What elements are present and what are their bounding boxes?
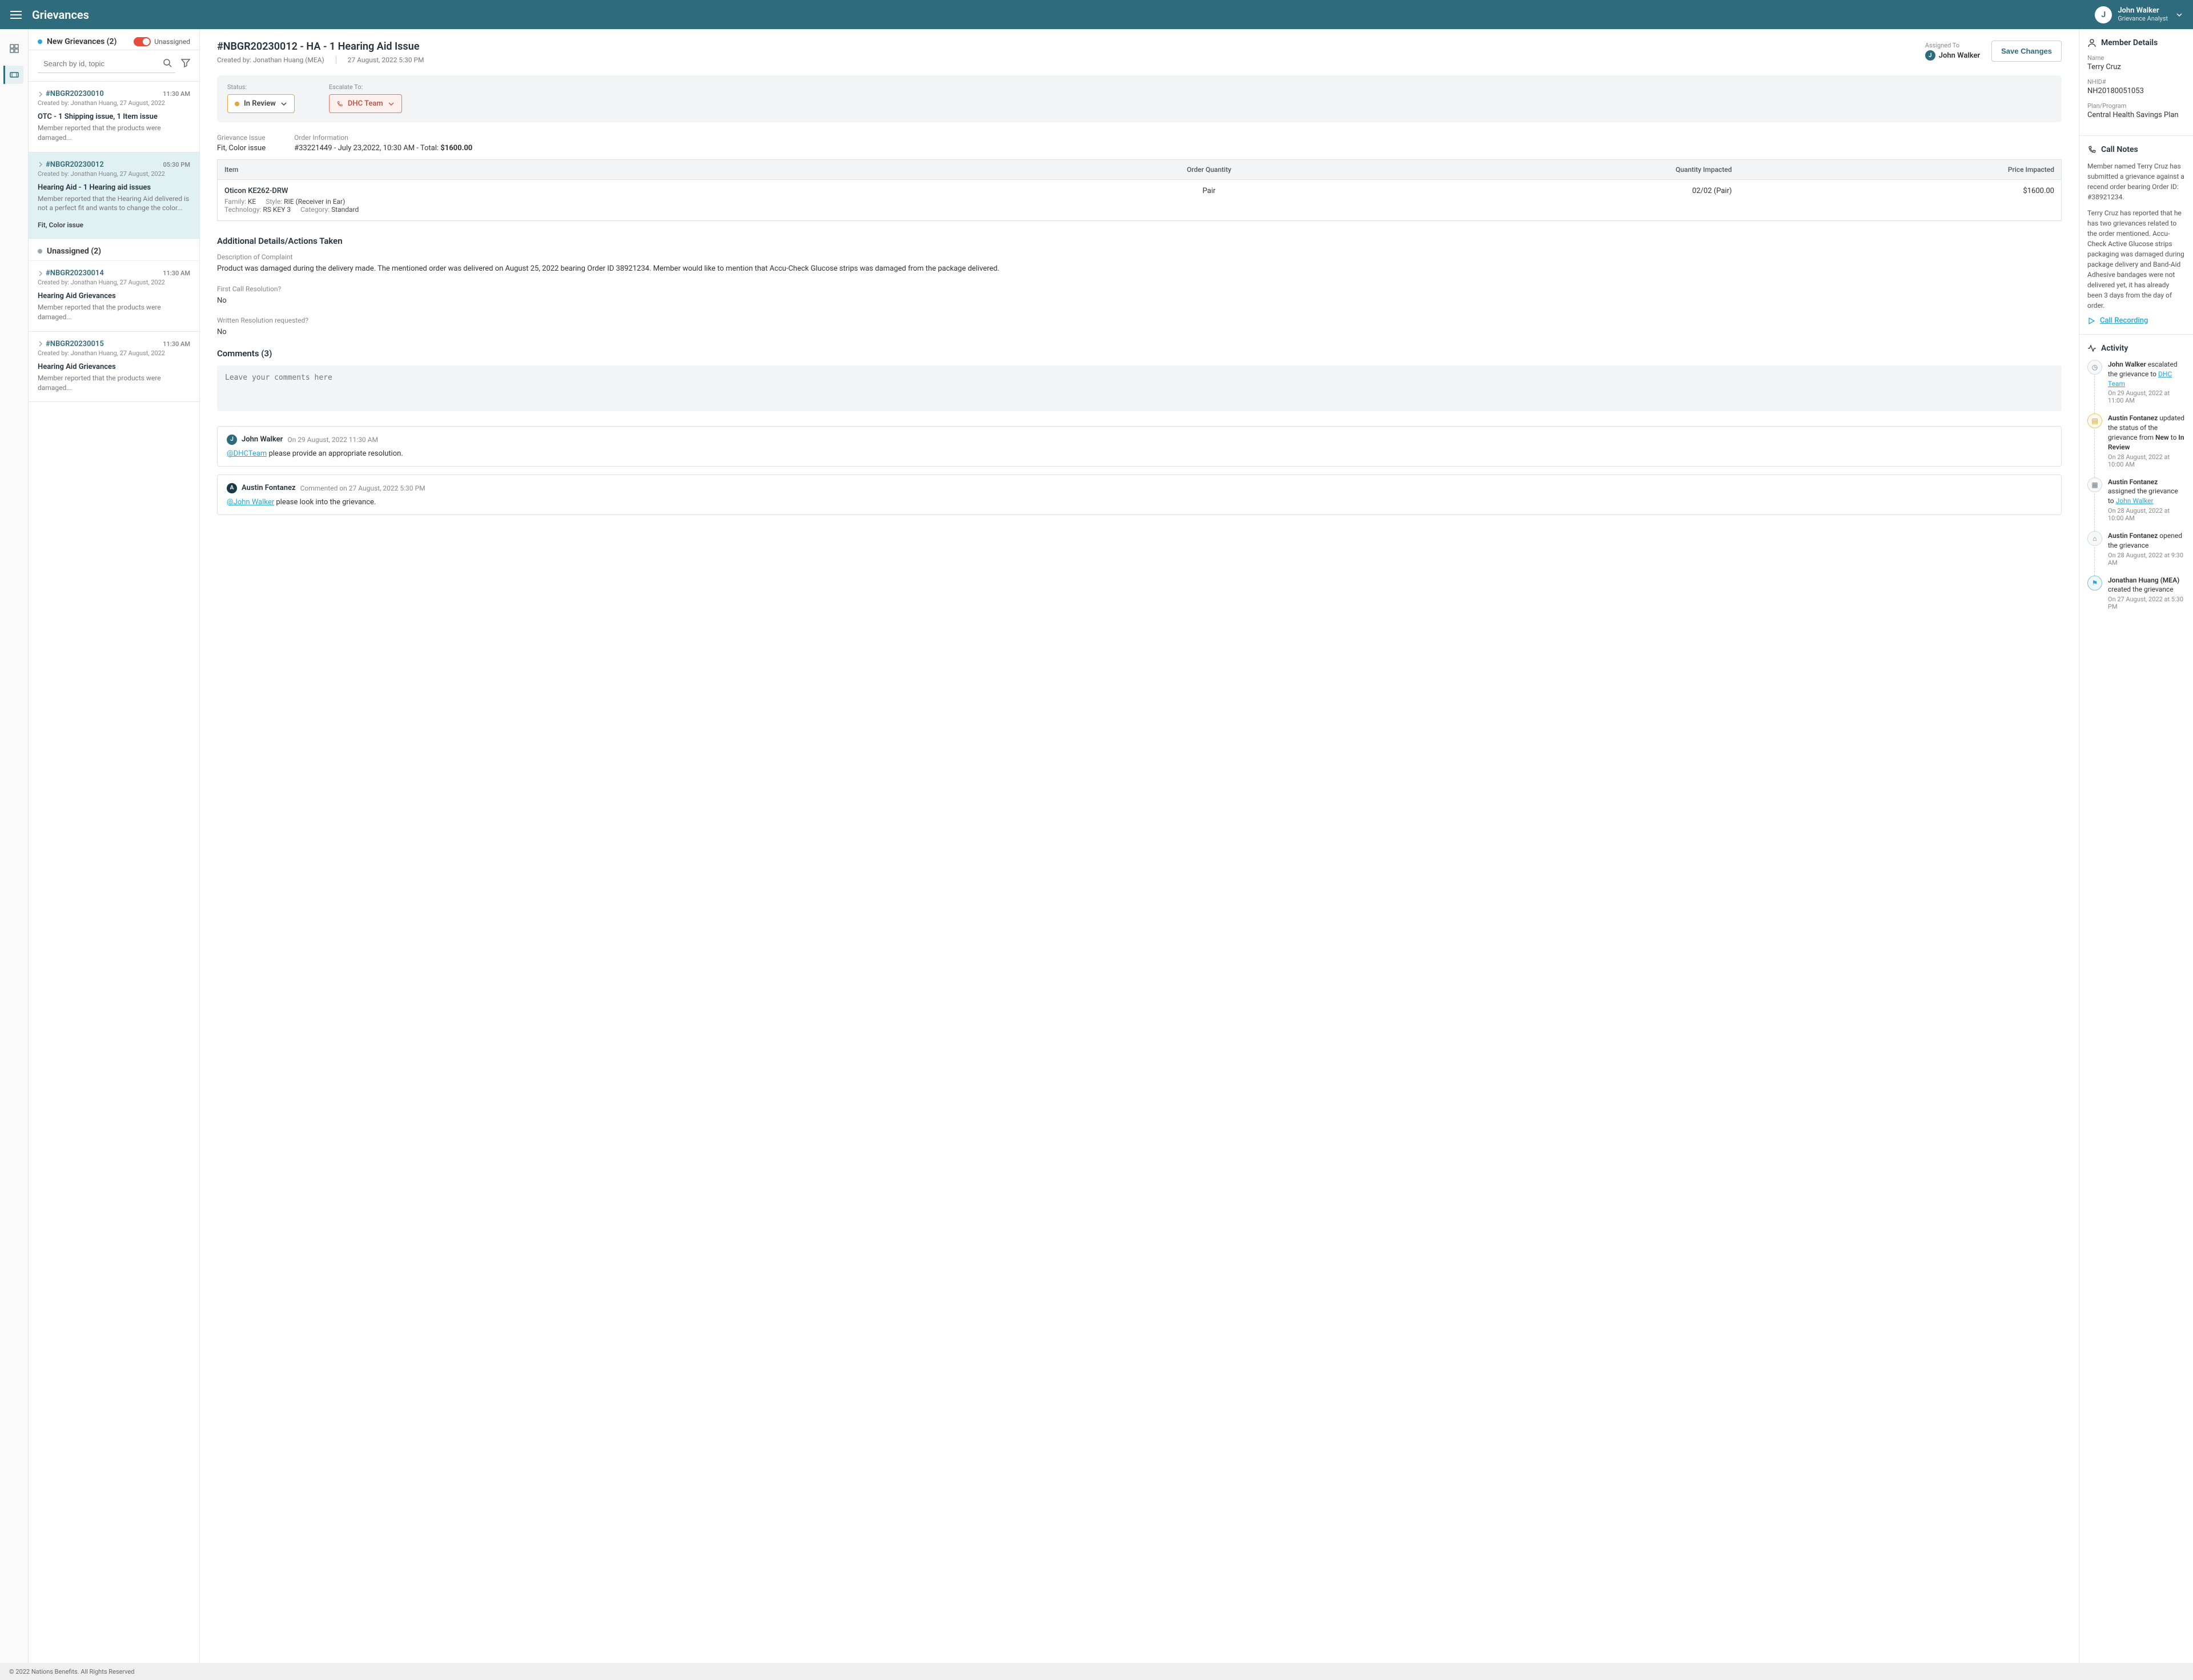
lock-icon: ⌂ xyxy=(2087,531,2102,546)
grievance-detail: #NBGR20230012 - HA - 1 Hearing Aid Issue… xyxy=(200,29,2079,1663)
list-header: New Grievances (2) Unassigned xyxy=(29,29,199,50)
items-table: Item Order Quantity Quantity Impacted Pr… xyxy=(217,159,2062,221)
activity-item: ▤ Austin Fontanez updated the status of … xyxy=(2087,413,2185,468)
activity-item: ▦ Austin Fontanez assigned the grievance… xyxy=(2087,477,2185,522)
avatar: J xyxy=(1925,50,1935,61)
app-title: Grievances xyxy=(32,8,89,22)
user-icon xyxy=(2087,38,2096,47)
status-dot-icon xyxy=(38,39,42,44)
activity-link[interactable]: John Walker xyxy=(2116,497,2154,505)
comment-input[interactable] xyxy=(217,365,2062,411)
comment-item: A Austin Fontanez Commented on 27 August… xyxy=(217,475,2062,515)
activity-item: ◷ John Walker escalated the grievance to… xyxy=(2087,360,2185,404)
detail-title: #NBGR20230012 - HA - 1 Hearing Aid Issue xyxy=(217,41,424,53)
mention-link[interactable]: @John Walker xyxy=(227,498,274,507)
activity-item: ⚑ Jonathan Huang (MEA) created the griev… xyxy=(2087,576,2185,611)
phone-forward-icon xyxy=(336,101,343,107)
activity-icon xyxy=(2087,344,2096,353)
search-input[interactable] xyxy=(38,55,175,73)
filter-icon[interactable] xyxy=(181,58,190,70)
chevron-right-icon xyxy=(38,271,43,276)
footer: © 2022 Nations Benefits. All Rights Rese… xyxy=(0,1663,2193,1680)
note-icon: ▤ xyxy=(2087,413,2102,428)
chevron-right-icon xyxy=(38,341,43,347)
avatar: J xyxy=(2095,6,2112,23)
dashboard-icon[interactable] xyxy=(5,39,23,58)
grievance-card-selected[interactable]: #NBGR20230012 05:30 PM Created by: Jonat… xyxy=(29,152,199,239)
unassigned-toggle[interactable] xyxy=(134,37,151,46)
escalate-dropdown[interactable]: DHC Team xyxy=(329,94,402,113)
search-row xyxy=(29,50,199,82)
toggle-label: Unassigned xyxy=(154,38,190,46)
save-button[interactable]: Save Changes xyxy=(1991,41,2062,62)
flag-icon: ⚑ xyxy=(2087,576,2102,590)
avatar: A xyxy=(227,483,237,493)
status-dropdown[interactable]: In Review xyxy=(227,94,295,113)
table-row: Oticon KE262-DRW Family: KE Style: RIE (… xyxy=(218,180,2062,221)
menu-icon[interactable] xyxy=(10,11,22,19)
right-panel: Member Details NameTerry Cruz NHID#NH201… xyxy=(2079,29,2193,1663)
activity-item: ⌂ Austin Fontanez opened the grievance O… xyxy=(2087,531,2185,566)
grievance-list: New Grievances (2) Unassigned #NBGR20230… xyxy=(29,29,200,1663)
status-dot-icon xyxy=(235,102,239,106)
section-unassigned: Unassigned (2) xyxy=(29,239,199,261)
chevron-right-icon xyxy=(38,162,43,167)
calendar-icon: ▦ xyxy=(2087,477,2102,492)
play-icon xyxy=(2087,317,2095,325)
list-title: New Grievances (2) xyxy=(47,37,117,46)
user-name: John Walker xyxy=(2118,7,2168,15)
chevron-down-icon xyxy=(388,101,395,107)
user-role: Grievance Analyst xyxy=(2118,15,2168,22)
user-menu[interactable]: J John Walker Grievance Analyst xyxy=(2095,6,2183,23)
nav-rail xyxy=(0,29,29,1663)
mention-link[interactable]: @DHCTeam xyxy=(227,449,267,458)
grievance-card[interactable]: #NBGR20230015 11:30 AM Created by: Jonat… xyxy=(29,332,199,403)
chevron-right-icon xyxy=(38,91,43,97)
status-dot-icon xyxy=(38,249,42,254)
grievance-card[interactable]: #NBGR20230014 11:30 AM Created by: Jonat… xyxy=(29,261,199,332)
comment-item: J John Walker On 29 August, 2022 11:30 A… xyxy=(217,426,2062,467)
call-recording-link[interactable]: Call Recording xyxy=(2087,316,2185,325)
status-bar: Status: In Review Escalate To: DHC Team xyxy=(217,75,2062,122)
assigned-user[interactable]: J John Walker xyxy=(1925,50,1980,61)
grievances-icon[interactable] xyxy=(3,66,23,84)
chevron-down-icon xyxy=(280,101,287,107)
topbar: Grievances J John Walker Grievance Analy… xyxy=(0,0,2193,29)
chevron-down-icon xyxy=(2176,11,2183,18)
avatar: J xyxy=(227,435,237,445)
grievance-card[interactable]: #NBGR20230010 11:30 AM Created by: Jonat… xyxy=(29,82,199,152)
search-icon xyxy=(163,58,172,67)
phone-icon xyxy=(2087,145,2096,154)
clock-icon: ◷ xyxy=(2087,360,2102,375)
